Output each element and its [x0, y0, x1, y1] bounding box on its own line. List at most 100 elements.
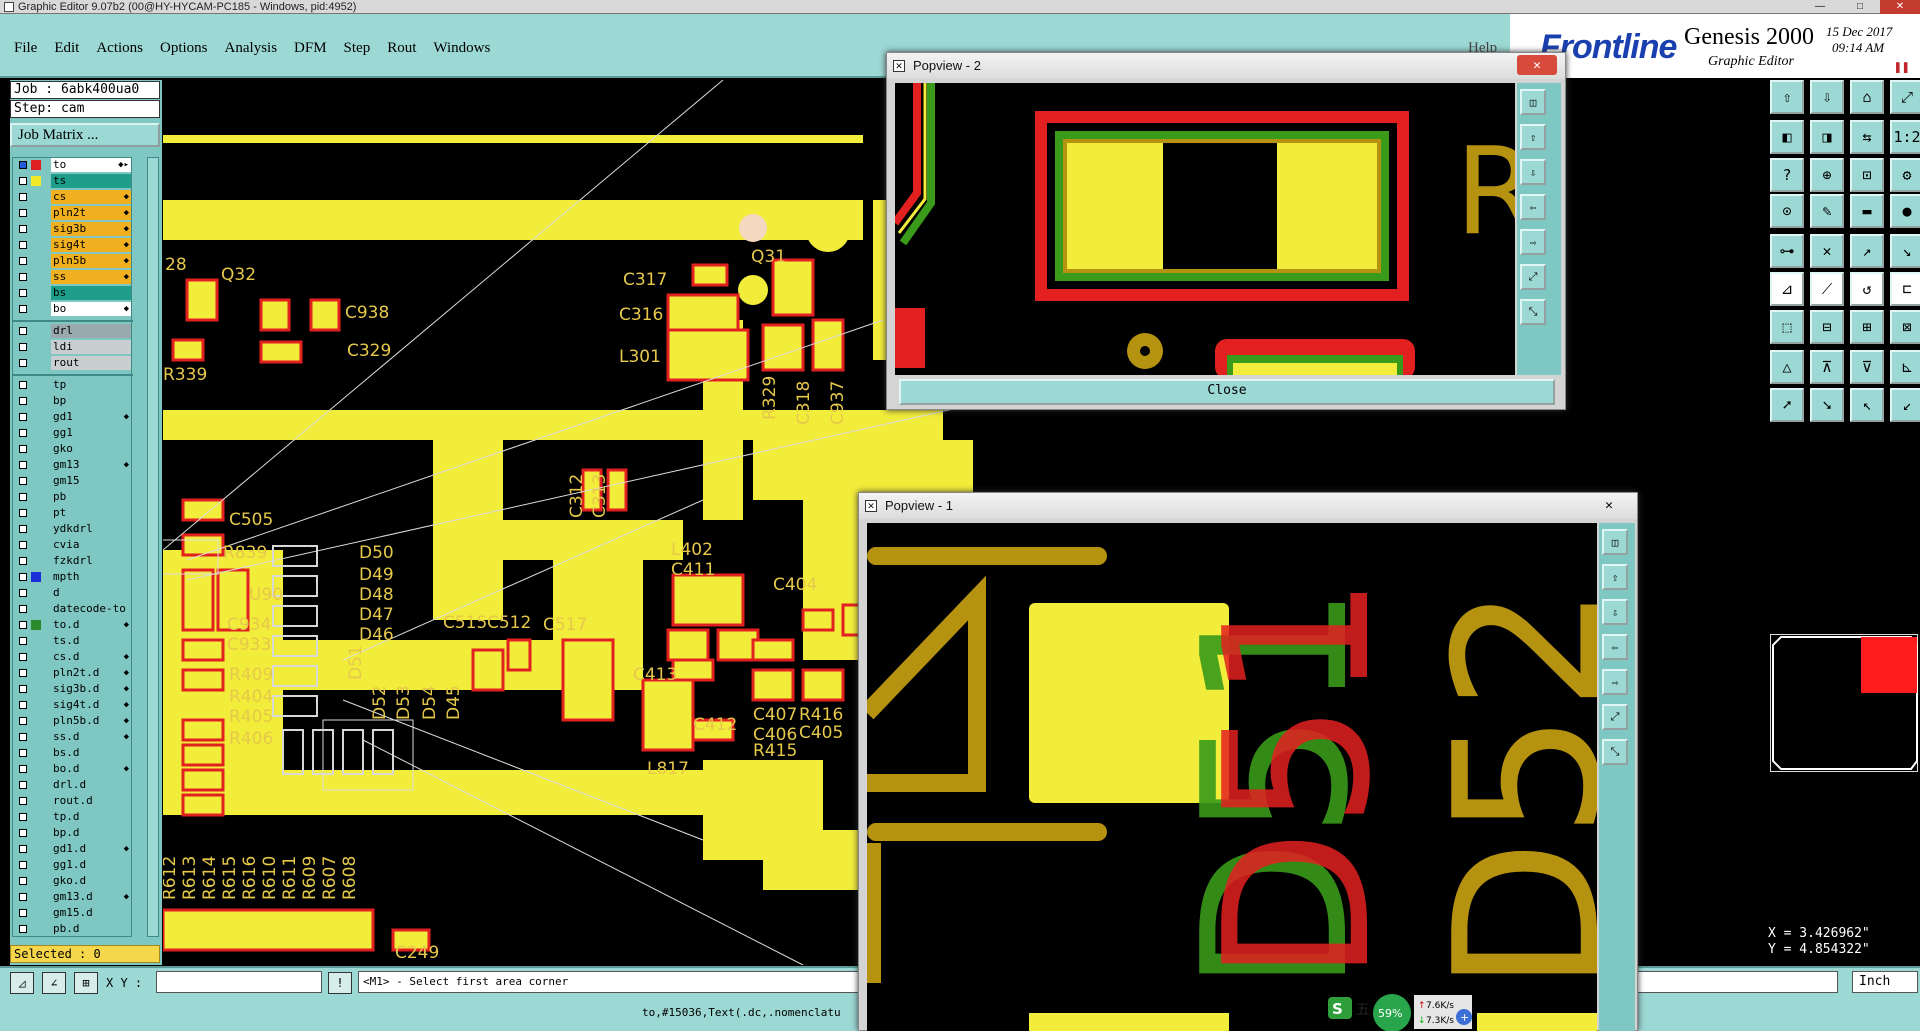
- layer-row-bs[interactable]: bs: [15, 286, 133, 300]
- close-button[interactable]: ✕: [1880, 0, 1920, 14]
- layer-name[interactable]: gm15.d: [51, 906, 131, 920]
- arrow-c-icon[interactable]: ↖: [1850, 388, 1884, 422]
- delete-icon[interactable]: ✕: [1810, 234, 1844, 268]
- layer-name[interactable]: pln5b.d: [51, 714, 131, 728]
- pause-icon[interactable]: ❚❚: [1894, 60, 1910, 75]
- layer-name[interactable]: sig3b: [51, 222, 131, 236]
- layer-row-ss[interactable]: ss ◆: [15, 270, 133, 284]
- layer-checkbox[interactable]: [19, 273, 27, 281]
- settings-icon[interactable]: ⚙: [1890, 158, 1920, 192]
- layer-name[interactable]: drl: [51, 324, 131, 338]
- layer-name[interactable]: drl.d: [51, 778, 131, 792]
- layer-row-drl-d[interactable]: drl.d: [15, 778, 133, 792]
- box-a-icon[interactable]: ⊟: [1810, 310, 1844, 344]
- menu-analysis[interactable]: Analysis: [225, 40, 278, 57]
- layer-name[interactable]: sig3b.d: [51, 682, 131, 696]
- layer-name[interactable]: pln5b: [51, 254, 131, 268]
- layer-name[interactable]: bp: [51, 394, 131, 408]
- layer-row-ts[interactable]: ts: [15, 174, 133, 188]
- layer-name[interactable]: tp: [51, 378, 131, 392]
- select-icon[interactable]: ⊙: [1770, 194, 1804, 228]
- layer-checkbox[interactable]: [19, 177, 27, 185]
- arrow-a-icon[interactable]: ➚: [1770, 388, 1804, 422]
- layer-name[interactable]: bp.d: [51, 826, 131, 840]
- line-icon[interactable]: ▬: [1850, 194, 1884, 228]
- layer-row-gko[interactable]: gko: [15, 442, 133, 456]
- layer-checkbox[interactable]: [19, 605, 27, 613]
- layer-name[interactable]: gm13: [51, 458, 131, 472]
- layer-row-sig3b-d[interactable]: sig3b.d ◆: [15, 682, 133, 696]
- layer-checkbox[interactable]: [19, 193, 27, 201]
- layer-checkbox[interactable]: [19, 797, 27, 805]
- layer-arrow-icon[interactable]: ◆: [124, 618, 129, 632]
- layer-row-fzkdrl[interactable]: fzkdrl: [15, 554, 133, 568]
- layer-name[interactable]: sig4t.d: [51, 698, 131, 712]
- rect-icon[interactable]: ⬚: [1770, 310, 1804, 344]
- pan-right-icon[interactable]: ⇨: [1602, 669, 1628, 695]
- layer-arrow-icon[interactable]: ◆: [124, 270, 129, 284]
- layer-name[interactable]: bs: [51, 286, 131, 300]
- layer-name[interactable]: gd1.d: [51, 842, 131, 856]
- layer-checkbox[interactable]: [19, 877, 27, 885]
- layer-name[interactable]: fzkdrl: [51, 554, 131, 568]
- layer-row-sig4t[interactable]: sig4t ◆: [15, 238, 133, 252]
- layer-row-to[interactable]: to ◆▸: [15, 158, 133, 172]
- layer-row-mpth[interactable]: mpth: [15, 570, 133, 584]
- menu-actions[interactable]: Actions: [96, 40, 143, 57]
- draw-icon[interactable]: ✎: [1810, 194, 1844, 228]
- layer-row-drl[interactable]: drl: [15, 324, 133, 338]
- layer-arrow-icon[interactable]: ◆: [124, 650, 129, 664]
- layer-row-gd1-d[interactable]: gd1.d ◆: [15, 842, 133, 856]
- layer-row-d[interactable]: d: [15, 586, 133, 600]
- layer-name[interactable]: bo.d: [51, 762, 131, 776]
- layer-name[interactable]: pln2t.d: [51, 666, 131, 680]
- layer-checkbox[interactable]: [19, 845, 27, 853]
- menu-dfm[interactable]: DFM: [294, 40, 327, 57]
- snap-icon[interactable]: ◿: [10, 972, 34, 994]
- zoom-out-icon[interactable]: ⇩: [1810, 80, 1844, 114]
- layer-row-pln5b-d[interactable]: pln5b.d ◆: [15, 714, 133, 728]
- layer-row-gg1[interactable]: gg1: [15, 426, 133, 440]
- layer-checkbox[interactable]: [19, 413, 27, 421]
- contract-icon[interactable]: ⤡: [1520, 299, 1546, 325]
- layer-checkbox[interactable]: [19, 305, 27, 313]
- measure-icon[interactable]: ∠: [42, 972, 66, 994]
- menu-file[interactable]: File: [14, 40, 37, 57]
- layer-row-bs-d[interactable]: bs.d: [15, 746, 133, 760]
- layer-name[interactable]: bo: [51, 302, 131, 316]
- minimize-button[interactable]: —: [1800, 0, 1840, 14]
- layer-name[interactable]: ts.d: [51, 634, 131, 648]
- layer-row-bp-d[interactable]: bp.d: [15, 826, 133, 840]
- contract-icon[interactable]: ⤡: [1602, 739, 1628, 765]
- layer-name[interactable]: ss.d: [51, 730, 131, 744]
- layer-checkbox[interactable]: [19, 749, 27, 757]
- layer-row-gg1-d[interactable]: gg1.d: [15, 858, 133, 872]
- tri-c-icon[interactable]: ⊽: [1850, 350, 1884, 384]
- pan-right-icon[interactable]: ◨: [1810, 120, 1844, 154]
- zoom-in-icon[interactable]: ⇧: [1770, 80, 1804, 114]
- layer-row-pt[interactable]: pt: [15, 506, 133, 520]
- connect-icon[interactable]: ⊶: [1770, 234, 1804, 268]
- layer-checkbox[interactable]: [19, 541, 27, 549]
- layer-row-ydkdrl[interactable]: ydkdrl: [15, 522, 133, 536]
- layer-arrow-icon[interactable]: ◆: [124, 762, 129, 776]
- box-b-icon[interactable]: ⊞: [1850, 310, 1884, 344]
- layer-row-datecode-to[interactable]: datecode-to: [15, 602, 133, 616]
- mirror-icon[interactable]: ⊏: [1890, 272, 1920, 306]
- layer-row-cs[interactable]: cs ◆: [15, 190, 133, 204]
- pan-left-icon[interactable]: ◧: [1770, 120, 1804, 154]
- layer-name[interactable]: gm15: [51, 474, 131, 488]
- layer-name[interactable]: mpth: [51, 570, 131, 584]
- layer-name[interactable]: to.d: [51, 618, 131, 632]
- layer-row-gm13-d[interactable]: gm13.d ◆: [15, 890, 133, 904]
- layer-name[interactable]: cs.d: [51, 650, 131, 664]
- fit-icon[interactable]: ⤢: [1890, 80, 1920, 114]
- tri-d-icon[interactable]: ⊾: [1890, 350, 1920, 384]
- layer-row-ts-d[interactable]: ts.d: [15, 634, 133, 648]
- layer-name[interactable]: gg1: [51, 426, 131, 440]
- board-minimap[interactable]: [1770, 634, 1918, 772]
- pan-right-icon[interactable]: ⇨: [1520, 229, 1546, 255]
- layer-color-swatch[interactable]: [31, 620, 41, 630]
- popview-1-canvas[interactable]: D51 D51 D52: [867, 523, 1597, 1031]
- scale-icon[interactable]: 1:2: [1890, 120, 1920, 154]
